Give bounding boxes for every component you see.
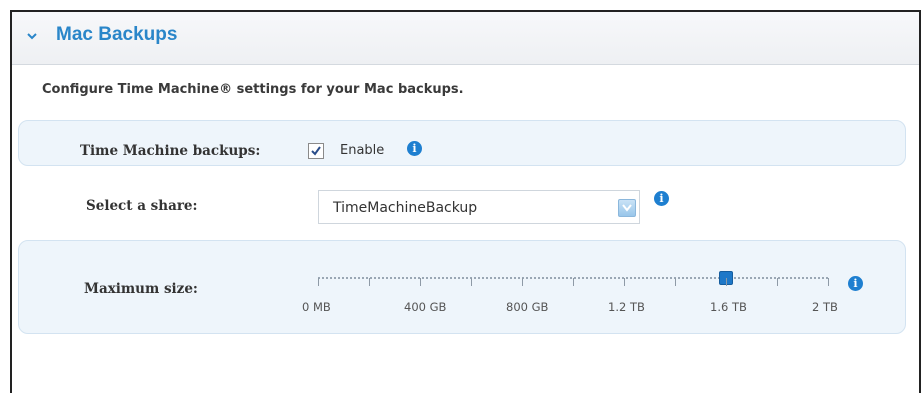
slider-tick [573,278,574,286]
slider-tick-label: 1.2 TB [608,300,645,314]
slider-tick [777,278,778,286]
chevron-down-icon [622,204,632,212]
slider-tick [318,278,319,286]
chevron-down-icon[interactable] [25,29,39,43]
slider-tick [420,278,421,286]
section-title: Mac Backups [56,24,178,45]
info-icon[interactable]: i [407,141,422,156]
checkmark-icon [311,146,321,156]
section-header[interactable]: Mac Backups [12,12,919,65]
slider-tick-label: 800 GB [506,300,549,314]
max-size-slider[interactable]: 0 MB 400 GB 800 GB 1.2 TB 1.6 TB 2 TB [302,264,838,324]
slider-tick-label: 0 MB [302,300,331,314]
slider-tick-label: 400 GB [404,300,447,314]
slider-tick [828,278,829,286]
time-machine-label: Time Machine backups: [80,143,261,159]
dropdown-button[interactable] [618,199,636,217]
slider-tick [726,278,727,286]
share-label: Select a share: [86,198,198,214]
share-select[interactable]: TimeMachineBackup [318,190,640,224]
slider-tick [369,278,370,286]
slider-tick [522,278,523,286]
slider-tick [624,278,625,286]
slider-tick [675,278,676,286]
enable-checkbox[interactable] [308,143,324,159]
max-size-label: Maximum size: [84,281,198,297]
slider-tick-label: 2 TB [812,300,838,314]
info-icon[interactable]: i [654,191,669,206]
share-selected-value: TimeMachineBackup [333,200,478,216]
enable-label[interactable]: Enable [340,143,384,158]
slider-tick-label: 1.6 TB [710,300,747,314]
info-icon[interactable]: i [848,276,863,291]
slider-tick [471,278,472,286]
section-description: Configure Time Machine® settings for you… [42,82,464,97]
